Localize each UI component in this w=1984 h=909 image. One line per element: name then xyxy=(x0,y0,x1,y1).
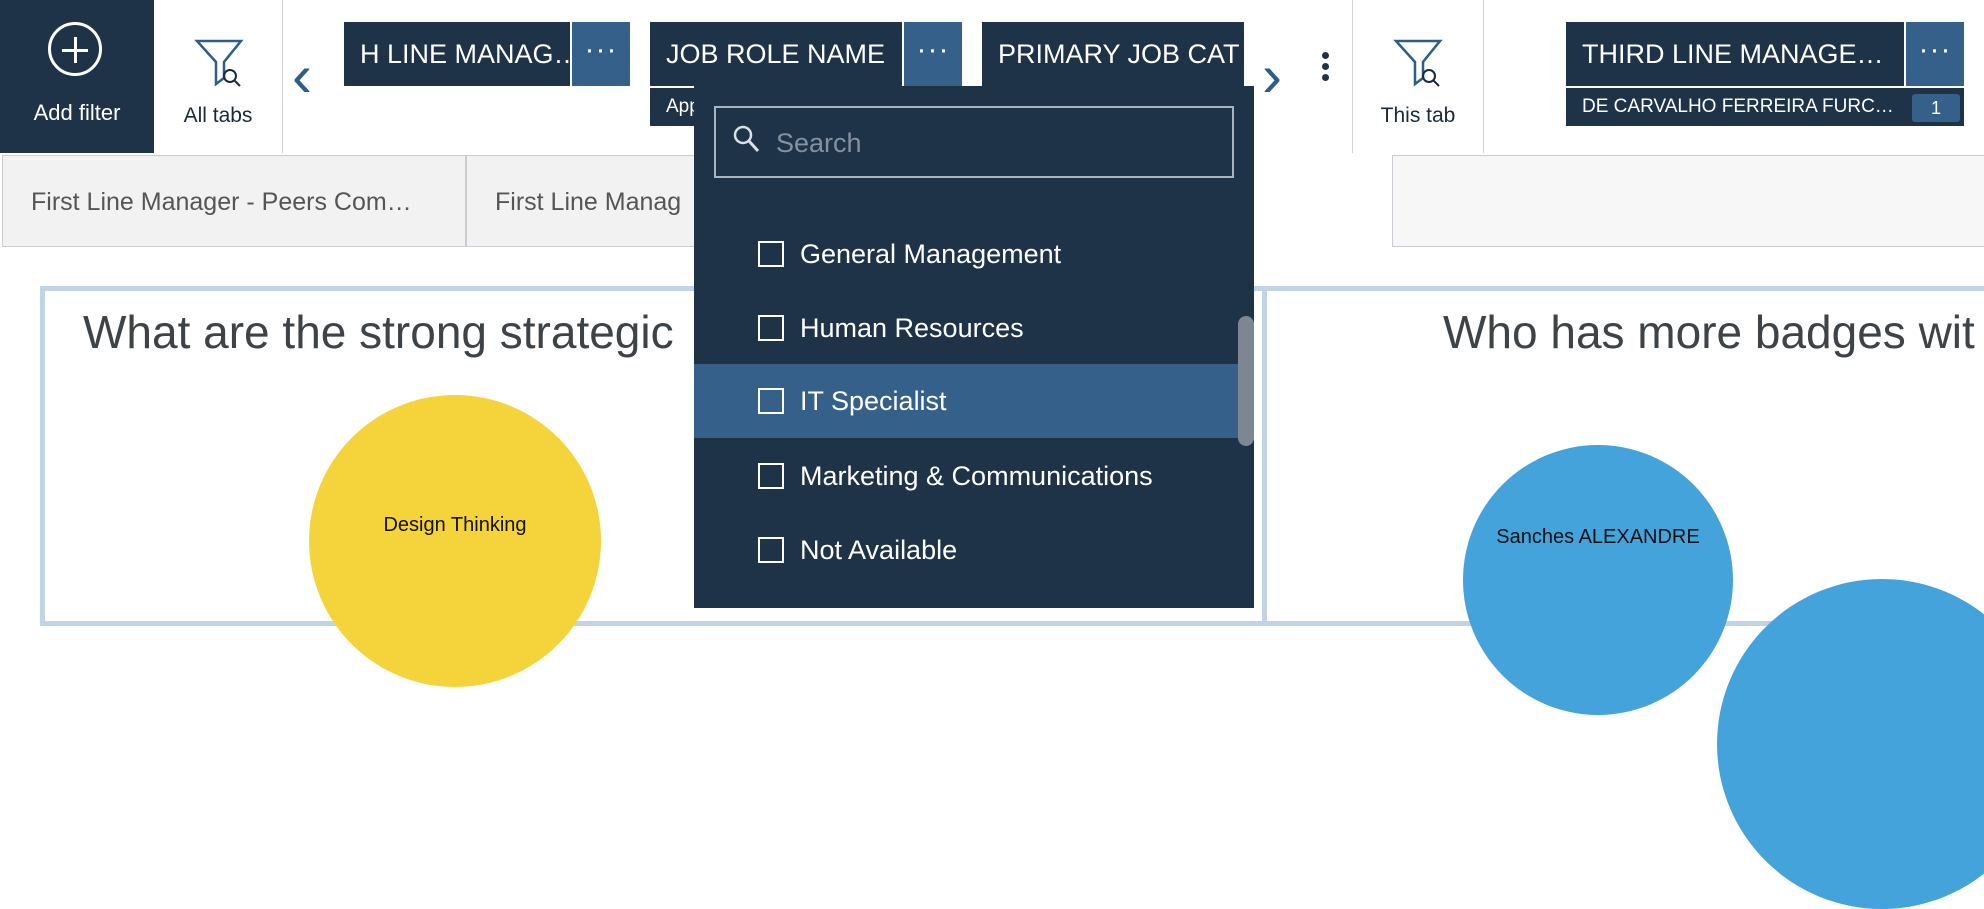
checkbox[interactable] xyxy=(758,463,784,489)
bubble-design-thinking[interactable]: Design Thinking xyxy=(309,395,601,687)
scrollbar-thumb[interactable] xyxy=(1238,316,1254,446)
filter-dropdown: General Management Human Resources IT Sp… xyxy=(694,86,1254,608)
this-tab-label: This tab xyxy=(1380,104,1456,127)
this-tab-button[interactable]: This tab xyxy=(1353,0,1483,153)
filter-pill-second-line-manager[interactable]: H LINE MANAG… xyxy=(344,22,570,86)
all-tabs-button[interactable]: All tabs xyxy=(154,0,282,153)
panel-title: Who has more badges wit xyxy=(1443,306,1975,358)
option-not-available[interactable]: Not Available xyxy=(694,513,1238,587)
checkbox[interactable] xyxy=(758,241,784,267)
overflow-menu-icon[interactable] xyxy=(1322,52,1330,81)
tab-empty xyxy=(1392,155,1984,247)
filter-selection-value[interactable]: DE CARVALHO FERREIRA FURC… xyxy=(1566,88,1964,126)
add-filter-button[interactable]: Add filter xyxy=(0,0,154,153)
panel-title: What are the strong strategic xyxy=(83,306,674,358)
option-human-resources[interactable]: Human Resources xyxy=(694,291,1238,365)
checkbox[interactable] xyxy=(758,315,784,341)
option-label: Human Resources xyxy=(800,313,1024,343)
search-icon xyxy=(733,125,760,153)
tab-first-line-manager-peers[interactable]: First Line Manager - Peers Com… xyxy=(2,155,466,247)
checkbox[interactable] xyxy=(758,388,784,414)
filter-pill-third-line-manager[interactable]: THIRD LINE MANAGE… xyxy=(1566,22,1904,86)
funnel-icon xyxy=(194,39,244,87)
option-label: General Management xyxy=(800,239,1062,269)
search-input[interactable] xyxy=(774,120,1218,166)
bubble-sanches-alexandre[interactable]: Sanches ALEXANDRE xyxy=(1463,445,1733,715)
funnel-icon xyxy=(1393,39,1443,87)
option-label: Marketing & Communications xyxy=(800,461,1153,491)
chart-panel-badges: Who has more badges wit Sanches ALEXANDR… xyxy=(1262,286,1984,909)
all-tabs-label: All tabs xyxy=(183,104,253,127)
chevron-left-icon[interactable]: ‹ xyxy=(292,46,312,106)
bubble[interactable] xyxy=(1717,579,1984,909)
checkbox[interactable] xyxy=(758,537,784,563)
filter-more-button[interactable]: ··· xyxy=(572,22,630,86)
filter-more-button[interactable]: ··· xyxy=(904,22,962,86)
search-box xyxy=(714,106,1234,178)
option-marketing-communications[interactable]: Marketing & Communications xyxy=(694,439,1238,513)
divider xyxy=(282,0,283,153)
filter-more-button[interactable]: ··· xyxy=(1906,22,1964,86)
plus-circle-icon xyxy=(48,22,102,76)
filter-pill-primary-job-category[interactable]: PRIMARY JOB CAT xyxy=(982,22,1244,86)
selection-count-badge: 1 xyxy=(1912,94,1960,122)
divider xyxy=(1483,0,1484,153)
add-filter-label: Add filter xyxy=(33,100,121,125)
option-label: Not Available xyxy=(800,535,958,565)
option-general-management[interactable]: General Management xyxy=(694,217,1238,291)
filter-pill-job-role-name[interactable]: JOB ROLE NAME xyxy=(650,22,902,86)
option-label: IT Specialist xyxy=(800,386,947,416)
chevron-right-icon[interactable]: › xyxy=(1262,46,1282,106)
option-it-specialist[interactable]: IT Specialist xyxy=(694,364,1238,438)
